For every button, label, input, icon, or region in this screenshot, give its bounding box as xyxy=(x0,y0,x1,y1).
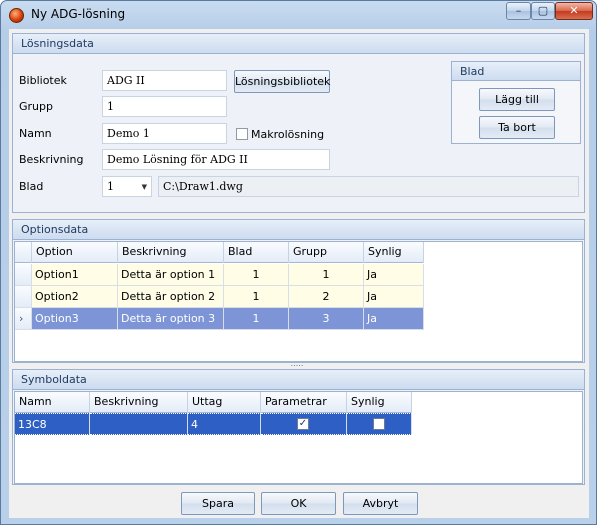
cell-beskrivning[interactable]: Detta är option 1 xyxy=(118,264,224,286)
table-row[interactable]: Option1 Detta är option 1 1 1 Ja xyxy=(15,264,424,286)
bibliotek-label: Bibliotek xyxy=(19,74,67,87)
cell-blad[interactable]: 1 xyxy=(224,264,289,286)
cell-option[interactable]: Option3 xyxy=(32,308,118,330)
app-icon xyxy=(9,8,24,23)
beskrivning-field[interactable]: Demo Lösning för ADG II xyxy=(102,149,330,170)
column-header-beskrivning[interactable]: Beskrivning xyxy=(118,242,224,263)
row-selector[interactable] xyxy=(15,264,32,286)
synlig-checkbox[interactable] xyxy=(373,418,385,430)
splitter-handle[interactable]: ..... xyxy=(289,360,305,368)
parametrar-checkbox[interactable]: ✓ xyxy=(297,418,309,430)
spara-button[interactable]: Spara xyxy=(181,492,255,515)
cell-beskrivning[interactable]: Detta är option 2 xyxy=(118,286,224,308)
column-header-blad[interactable]: Blad xyxy=(224,242,289,263)
symboldata-header: Symboldata xyxy=(13,370,584,390)
cell-namn[interactable]: 13C8 xyxy=(15,413,90,435)
optionsdata-group: Optionsdata Option Beskrivning Blad Grup… xyxy=(12,219,585,363)
column-header-beskrivning[interactable]: Beskrivning xyxy=(90,392,188,413)
namn-field[interactable]: Demo 1 xyxy=(102,123,227,144)
makrolosning-checkbox[interactable] xyxy=(236,128,248,140)
bibliotek-field[interactable]: ADG II xyxy=(102,70,227,91)
cell-grupp[interactable]: 2 xyxy=(289,286,364,308)
blad-path-field: C:\Draw1.dwg xyxy=(158,176,579,197)
table-row-selected[interactable]: › Option3 Detta är option 3 1 3 Ja xyxy=(15,308,424,330)
blad-group: Blad Lägg till Ta bort xyxy=(451,61,581,144)
namn-label: Namn xyxy=(19,127,52,140)
table-row-selected[interactable]: 13C8 4 ✓ xyxy=(15,413,412,435)
losningsdata-header: Lösningsdata xyxy=(13,34,584,54)
window-title: Ny ADG-lösning xyxy=(31,7,126,21)
cell-option[interactable]: Option1 xyxy=(32,264,118,286)
cell-synlig[interactable]: Ja xyxy=(364,286,424,308)
column-header-namn[interactable]: Namn xyxy=(15,392,90,413)
cell-synlig[interactable]: Ja xyxy=(364,308,424,330)
column-header-uttag[interactable]: Uttag xyxy=(188,392,261,413)
cell-blad[interactable]: 1 xyxy=(224,308,289,330)
options-grid-header: Option Beskrivning Blad Grupp Synlig xyxy=(15,242,424,263)
ta-bort-button[interactable]: Ta bort xyxy=(479,116,555,139)
blad-select[interactable]: 1 ▼ xyxy=(102,176,152,197)
blad-header: Blad xyxy=(452,62,580,81)
title-bar[interactable]: Ny ADG-lösning – ▢ ✕ xyxy=(1,1,596,29)
cell-option[interactable]: Option2 xyxy=(32,286,118,308)
column-header-synlig[interactable]: Synlig xyxy=(364,242,424,263)
losningsdata-group: Lösningsdata Bibliotek ADG II Lösningsbi… xyxy=(12,33,585,213)
symbol-grid-header: Namn Beskrivning Uttag Parametrar Synlig xyxy=(15,392,412,413)
dialog-client: Lösningsdata Bibliotek ADG II Lösningsbi… xyxy=(9,29,589,518)
symboldata-group: Symboldata Namn Beskrivning Uttag Parame… xyxy=(12,369,585,485)
optionsdata-header: Optionsdata xyxy=(13,220,584,240)
cell-grupp[interactable]: 3 xyxy=(289,308,364,330)
column-header-grupp[interactable]: Grupp xyxy=(289,242,364,263)
losningsbibliotek-button[interactable]: Lösningsbibliotek xyxy=(234,70,330,93)
lagg-till-button[interactable]: Lägg till xyxy=(479,88,555,111)
options-grid[interactable]: Option Beskrivning Blad Grupp Synlig Opt… xyxy=(14,241,583,362)
blad-select-value: 1 xyxy=(107,180,114,193)
row-header-corner xyxy=(15,242,32,263)
column-header-synlig[interactable]: Synlig xyxy=(347,392,412,413)
cell-synlig[interactable]: Ja xyxy=(364,264,424,286)
grupp-label: Grupp xyxy=(19,100,53,113)
table-row[interactable]: Option2 Detta är option 2 1 2 Ja xyxy=(15,286,424,308)
close-button[interactable]: ✕ xyxy=(555,2,593,20)
blad-label: Blad xyxy=(19,180,44,193)
grupp-field[interactable]: 1 xyxy=(102,96,227,117)
column-header-option[interactable]: Option xyxy=(32,242,118,263)
dialog-window: Ny ADG-lösning – ▢ ✕ Lösningsdata Biblio… xyxy=(0,0,597,525)
cell-blad[interactable]: 1 xyxy=(224,286,289,308)
cell-beskrivning[interactable] xyxy=(90,413,188,435)
current-row-arrow-icon[interactable]: › xyxy=(15,308,32,330)
avbryt-button[interactable]: Avbryt xyxy=(343,492,418,515)
chevron-down-icon[interactable]: ▼ xyxy=(142,183,147,191)
cell-parametrar[interactable]: ✓ xyxy=(261,413,347,435)
cell-uttag[interactable]: 4 xyxy=(188,413,261,435)
makrolosning-label: Makrolösning xyxy=(251,128,325,141)
minimize-button[interactable]: – xyxy=(506,2,531,20)
beskrivning-label: Beskrivning xyxy=(19,153,84,166)
cell-grupp[interactable]: 1 xyxy=(289,264,364,286)
column-header-parametrar[interactable]: Parametrar xyxy=(261,392,347,413)
symbol-grid[interactable]: Namn Beskrivning Uttag Parametrar Synlig… xyxy=(14,391,583,484)
maximize-button[interactable]: ▢ xyxy=(531,2,555,20)
cell-synlig[interactable] xyxy=(347,413,412,435)
cell-beskrivning[interactable]: Detta är option 3 xyxy=(118,308,224,330)
row-selector[interactable] xyxy=(15,286,32,308)
ok-button[interactable]: OK xyxy=(261,492,336,515)
